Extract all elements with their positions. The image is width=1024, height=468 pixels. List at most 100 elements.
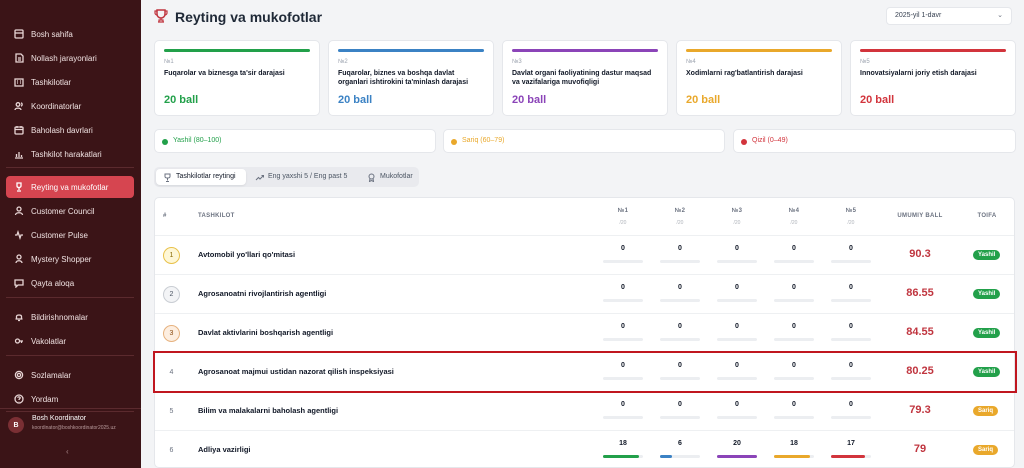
sidebar-item-label: Reyting va mukofotlar [31, 182, 109, 192]
sidebar-item-label: Sozlamalar [31, 370, 72, 380]
total-score: 79.3 [909, 404, 931, 416]
main-content: Reyting va mukofotlar 2025-yil 1-davr ⌄ … [141, 0, 1024, 468]
selected-row-highlight [153, 351, 1017, 393]
header-rank: # [163, 213, 167, 219]
score-progress-bar [603, 416, 643, 419]
organization-name: Bilim va malakalarni baholash agentligi [198, 406, 339, 415]
sidebar-item-chat[interactable]: Qayta aloqa [6, 272, 134, 294]
score-progress-bar [831, 299, 871, 302]
table-row[interactable]: 5 Bilim va malakalarni baholash agentligi… [155, 391, 1014, 430]
trophy-icon [14, 182, 24, 192]
criteria-score: 0 [849, 245, 853, 252]
rank-number: 6 [169, 447, 174, 454]
criteria-score: 0 [735, 401, 739, 408]
sidebar-item-calendar[interactable]: Baholash davrlari [6, 119, 134, 141]
criteria-score: 17 [847, 440, 855, 447]
criteria-score: 0 [735, 323, 739, 330]
sidebar-divider [6, 355, 134, 356]
sidebar-divider [6, 297, 134, 298]
pulse-icon [14, 230, 24, 240]
sidebar-item-users[interactable]: Koordinatorlar [6, 95, 134, 117]
sidebar-item-settings[interactable]: Sozlamalar [6, 364, 134, 386]
criteria-color-bar [512, 49, 658, 52]
score-progress-fill [831, 455, 865, 458]
table-row[interactable]: 3 Davlat aktivlarini boshqarish agentligi… [155, 313, 1014, 352]
tab-label: Tashkilotlar reytingi [176, 173, 236, 180]
score-progress-bar [660, 416, 700, 419]
legend-label: Sariq (60–79) [462, 137, 505, 144]
organization-name: Agrosanoatni rivojlantirish agentligi [198, 289, 327, 298]
criteria-color-bar [164, 49, 310, 52]
criteria-number: №4 [686, 59, 696, 65]
period-select[interactable]: 2025-yil 1-davr ⌄ [886, 7, 1012, 25]
total-score: 84.55 [906, 326, 934, 338]
header-criteria-max: /20 [619, 220, 627, 226]
criteria-score: 20 ball [860, 94, 895, 106]
status-badge: Yashil [973, 328, 1001, 338]
score-progress-bar [660, 455, 700, 458]
tab-label: Eng yaxshi 5 / Eng past 5 [268, 173, 348, 180]
legend-item: Sariq (60–79) [443, 129, 725, 153]
user-email: koordinator@boshkoordinator2025.uz [32, 425, 116, 431]
status-badge: Sariq [973, 406, 999, 416]
sidebar-item-chart[interactable]: Tashkilot harakatlari [6, 143, 134, 165]
sidebar-item-trophy[interactable]: Reyting va mukofotlar [6, 176, 134, 198]
criteria-title: Innovatsiyalarni joriy etish darajasi [860, 70, 977, 77]
sidebar-item-label: Qayta aloqa [31, 278, 75, 288]
sidebar-item-help[interactable]: Yordam [6, 388, 134, 410]
criteria-score: 20 ball [164, 94, 199, 106]
status-badge: Yashil [973, 250, 1001, 260]
sidebar-item-label: Tashkilot harakatlari [31, 149, 102, 159]
criteria-card: №2 Fuqarolar, biznes va boshqa davlat org… [328, 40, 494, 116]
trophy-icon [164, 173, 171, 182]
sidebar-item-building[interactable]: Tashkilotlar [6, 71, 134, 93]
score-progress-bar [831, 416, 871, 419]
sidebar-item-shopper[interactable]: Mystery Shopper [6, 248, 134, 270]
criteria-score: 0 [621, 401, 625, 408]
criteria-score: 20 ball [686, 94, 721, 106]
rank-badge: 1 [163, 247, 180, 264]
criteria-score: 0 [792, 323, 796, 330]
sidebar-item-key[interactable]: Vakolatlar [6, 330, 134, 352]
criteria-score: 0 [792, 401, 796, 408]
tab-top-bottom[interactable]: Eng yaxshi 5 / Eng past 5 [248, 169, 358, 185]
help-icon [14, 394, 24, 404]
user-profile[interactable]: B Bosh Koordinator koordinator@boshkoordin… [0, 408, 141, 468]
header-criteria: №5 [845, 208, 857, 214]
criteria-score: 0 [849, 401, 853, 408]
table-row[interactable]: 1 Avtomobil yo'llari qo'mitasi 0 0 0 0 0 90.3 Ya… [155, 235, 1014, 274]
sidebar-item-document[interactable]: Nollash jarayonlari [6, 47, 134, 69]
score-progress-fill [774, 455, 810, 458]
criteria-score: 0 [735, 245, 739, 252]
criteria-score: 0 [621, 245, 625, 252]
criteria-title: Fuqarolar, biznes va boshqa davlat organ… [338, 70, 469, 86]
tab-awards[interactable]: Mukofotlar [360, 169, 417, 185]
sidebar-item-bell[interactable]: Bildirishnomalar [6, 306, 134, 328]
sidebar-item-pulse[interactable]: Customer Pulse [6, 224, 134, 246]
header-total: UMUMIY BALL [897, 213, 943, 219]
score-progress-bar [774, 338, 814, 341]
chevron-left-icon[interactable]: ‹ [66, 447, 69, 456]
legend-label: Qizil (0–49) [752, 137, 788, 144]
sidebar-item-label: Baholash davrlari [31, 125, 93, 135]
sidebar-item-label: Customer Council [31, 206, 95, 216]
tab-organizations-rating[interactable]: Tashkilotlar reytingi [156, 169, 246, 185]
score-progress-bar [717, 260, 757, 263]
total-score: 86.55 [906, 287, 934, 299]
status-dot-icon [741, 139, 747, 145]
sidebar-item-people[interactable]: Customer Council [6, 200, 134, 222]
score-progress-bar [774, 455, 814, 458]
sidebar-item-home[interactable]: Bosh sahifa [6, 23, 134, 45]
users-icon [14, 101, 24, 111]
criteria-score: 0 [678, 323, 682, 330]
criteria-title: Xodimlarni rag'batlantirish darajasi [686, 70, 803, 77]
table-row[interactable]: 2 Agrosanoatni rivojlantirish agentligi 0 0… [155, 274, 1014, 313]
table-row[interactable]: 6 Adliya vazirligi 18 6 20 18 17 79 Sariq [155, 430, 1014, 467]
sidebar-item-label: Yordam [31, 394, 59, 404]
sidebar-item-label: Customer Pulse [31, 230, 88, 240]
header-criteria: №3 [731, 208, 743, 214]
score-progress-bar [660, 299, 700, 302]
organization-name: Adliya vazirligi [198, 445, 251, 454]
header-criteria: №4 [788, 208, 800, 214]
page-title: Reyting va mukofotlar [175, 9, 323, 25]
